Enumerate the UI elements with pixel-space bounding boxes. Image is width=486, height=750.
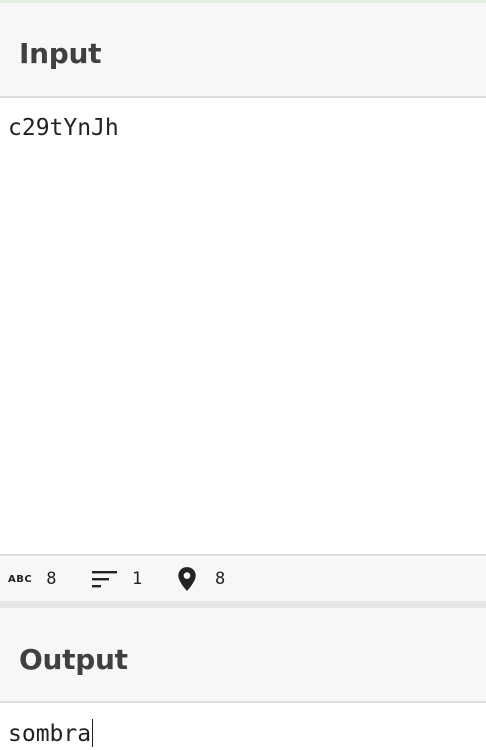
- input-title: Input: [19, 37, 102, 70]
- output-textarea[interactable]: sombra: [0, 704, 486, 750]
- input-text: c29tYnJh: [8, 115, 119, 141]
- length-indicator: ABC 8: [8, 557, 56, 601]
- length-value: 8: [46, 569, 57, 589]
- lines-indicator: 1: [92, 557, 142, 601]
- lines-icon: [92, 569, 118, 589]
- lines-value: 1: [132, 569, 143, 589]
- location-pin-icon: [176, 566, 198, 592]
- text-caret: [92, 719, 94, 747]
- panel-divider[interactable]: [0, 601, 486, 608]
- output-text-wrapper: sombra: [8, 719, 94, 747]
- input-panel-header: Input: [0, 3, 486, 98]
- position-value: 8: [215, 569, 226, 589]
- abc-icon: ABC: [8, 573, 33, 585]
- input-status-bar: ABC 8 1 8: [0, 557, 486, 601]
- output-title: Output: [19, 643, 128, 676]
- position-indicator: 8: [176, 557, 225, 601]
- output-text: sombra: [8, 721, 92, 747]
- input-textarea[interactable]: c29tYnJh: [0, 99, 486, 556]
- output-panel-header: Output: [0, 608, 486, 703]
